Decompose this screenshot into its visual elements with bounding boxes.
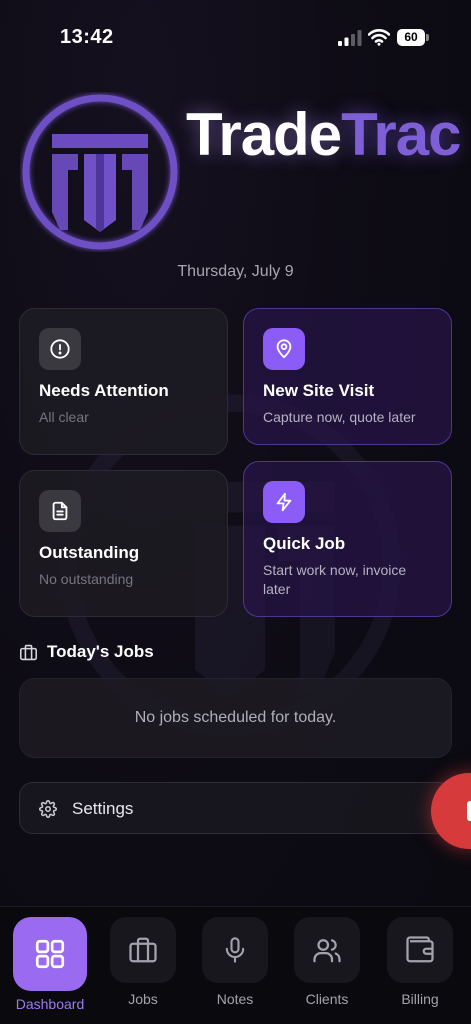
status-bar: 13:42 60 [0,0,471,70]
brand-name: TradeTrac [186,101,462,168]
microphone-icon [202,917,268,983]
lightning-icon [263,481,305,523]
document-icon [39,490,81,532]
tradetrac-logo-icon [22,94,178,250]
settings-button[interactable]: Settings [19,782,452,834]
needs-attention-card[interactable]: Needs Attention All clear [19,308,228,455]
nav-notes[interactable]: Notes [197,917,273,1007]
nav-billing[interactable]: Billing [382,917,458,1007]
bottom-navigation: Dashboard Jobs Notes Clients Billing [0,906,471,1024]
nav-notes-label: Notes [216,991,254,1007]
dashboard-screen: 13:42 60 TradeTrac Thursday, July 9 Need… [0,0,471,1024]
todays-jobs-title: Today's Jobs [47,642,154,661]
todays-jobs-header: Today's Jobs [19,641,154,663]
current-date: Thursday, July 9 [177,263,294,280]
nav-dashboard[interactable]: Dashboard [12,917,88,1012]
outstanding-subtitle: No outstanding [39,571,134,587]
alert-circle-icon [39,328,81,370]
nav-clients-label: Clients [305,991,349,1007]
new-site-visit-card[interactable]: New Site Visit Capture now, quote later [243,308,452,445]
outstanding-card[interactable]: Outstanding No outstanding [19,470,228,617]
map-pin-icon [263,328,305,370]
battery-indicator: 60 [397,29,429,46]
new-site-visit-title: New Site Visit [263,381,375,400]
quick-job-title: Quick Job [263,534,346,553]
nav-billing-label: Billing [401,991,439,1007]
gear-icon [39,800,57,818]
signal-icon [338,30,362,46]
wifi-icon [368,29,390,46]
needs-attention-title: Needs Attention [39,381,169,400]
nav-jobs[interactable]: Jobs [105,917,181,1007]
needs-attention-subtitle: All clear [39,409,89,425]
todays-jobs-empty-state: No jobs scheduled for today. [19,678,452,758]
grid-icon [13,917,87,991]
battery-level: 60 [397,29,425,46]
settings-label: Settings [72,799,134,818]
nav-dashboard-label: Dashboard [15,996,85,1012]
new-site-visit-subtitle: Capture now, quote later [263,409,416,425]
briefcase-icon [20,644,37,660]
outstanding-title: Outstanding [39,543,140,562]
quick-job-card[interactable]: Quick Job Start work now, invoice later [243,461,452,617]
quick-job-subtitle: Start work now, invoice later [263,562,407,597]
nav-clients[interactable]: Clients [289,917,365,1007]
users-icon [294,917,360,983]
status-time: 13:42 [60,26,114,48]
briefcase-icon [110,917,176,983]
nav-jobs-label: Jobs [128,991,158,1007]
wallet-icon [387,917,453,983]
fab-mic-icon [467,801,471,821]
